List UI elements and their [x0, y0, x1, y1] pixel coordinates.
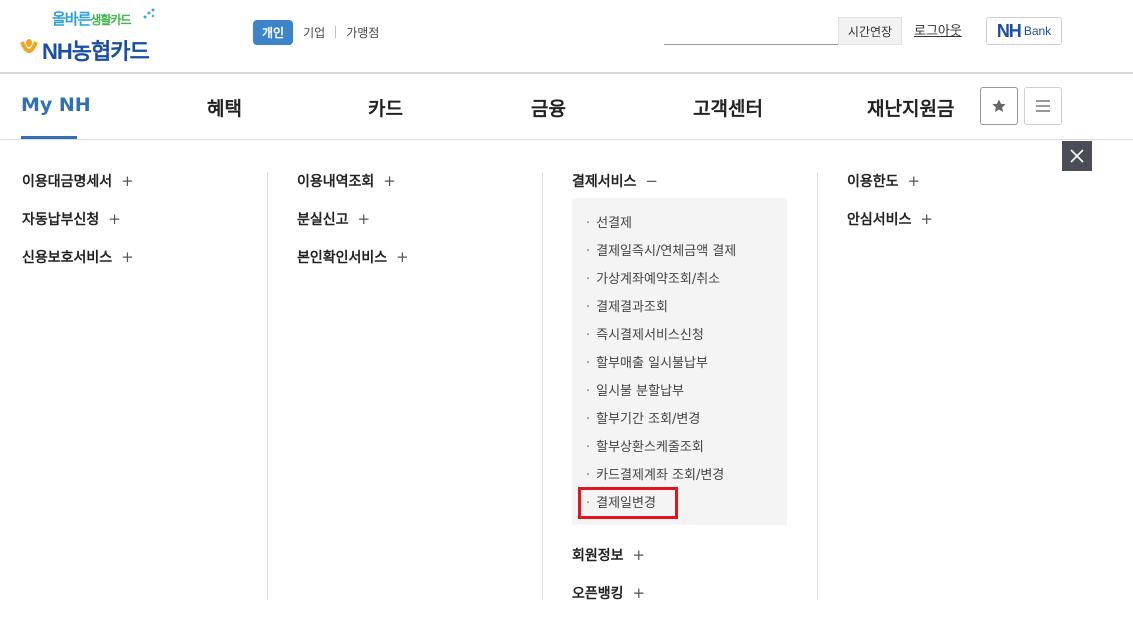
menu-member-info[interactable]: 회원정보 + — [572, 545, 645, 565]
gnb-my-nh[interactable]: My NH — [21, 94, 91, 116]
submenu-item[interactable]: · 가상계좌예약조회/취소 — [586, 268, 720, 287]
user-type-tabs: 개인 기업 가맹점 — [253, 19, 389, 45]
nh-wheat-icon — [20, 39, 38, 53]
submenu-item[interactable]: · 할부기간 조회/변경 — [586, 408, 700, 427]
menu-open-banking[interactable]: 오픈뱅킹 + — [572, 583, 645, 603]
highlight-box — [578, 487, 678, 519]
close-menu-button[interactable] — [1062, 141, 1092, 171]
submenu-item[interactable]: · 즉시결제서비스신청 — [586, 324, 704, 343]
menu-auto-payment[interactable]: 자동납부신청 + — [22, 209, 121, 229]
plus-icon: + — [632, 584, 646, 602]
submenu-item[interactable]: · 일시불 분할납부 — [586, 380, 684, 399]
gnb-disaster-support[interactable]: 재난지원금 — [867, 94, 954, 121]
plus-icon: + — [357, 210, 371, 228]
top-header: 올바른생활카드 NH농협카드 개인 기업 가맹점 시간연장 로그아웃 NH Ba… — [0, 0, 1133, 74]
menu-safe-service[interactable]: 안심서비스 + — [847, 209, 933, 229]
logo-tagline: 올바른생활카드 — [52, 10, 132, 28]
tab-personal[interactable]: 개인 — [253, 19, 294, 45]
menu-usage-limit[interactable]: 이용한도 + — [847, 171, 920, 191]
gnb-customer-center[interactable]: 고객센터 — [693, 94, 763, 121]
plus-icon: + — [383, 172, 396, 190]
logout-link[interactable]: 로그아웃 — [914, 20, 962, 39]
menu-usage-history[interactable]: 이용내역조회 + — [297, 171, 396, 191]
submenu-item[interactable]: · 할부상환스케줄조회 — [586, 436, 704, 455]
column-divider — [817, 172, 818, 600]
menu-identity-verification[interactable]: 본인확인서비스 + — [297, 247, 409, 267]
plus-icon: + — [907, 172, 921, 190]
nh-bank-button[interactable]: NH Bank — [986, 17, 1062, 45]
nhbank-text: Bank — [1023, 24, 1052, 38]
logo-brand-text: NH농협카드 — [42, 39, 150, 64]
nhbank-mark: NH — [996, 20, 1022, 41]
column-divider — [542, 172, 543, 600]
plus-icon: + — [632, 546, 646, 564]
plus-icon: + — [920, 210, 933, 228]
submenu-item[interactable]: · 선결제 — [586, 212, 632, 231]
gnb-finance[interactable]: 금융 — [531, 94, 566, 121]
submenu-item[interactable]: · 결제결과조회 — [586, 296, 668, 315]
main-navigation: My NH 혜택 카드 금융 고객센터 재난지원금 — [0, 74, 1133, 140]
active-underline — [21, 136, 77, 139]
payment-service-submenu: · 선결제 · 결제일즉시/연체금액 결제 · 가상계좌예약조회/취소 · 결제결과조회… — [572, 198, 787, 525]
tab-merchant[interactable]: 가맹점 — [336, 24, 389, 41]
extend-session-button[interactable]: 시간연장 — [838, 17, 902, 45]
column-divider — [267, 172, 268, 600]
all-menu-button[interactable] — [1024, 87, 1062, 125]
gnb-benefits[interactable]: 혜택 — [207, 94, 242, 121]
submenu-item[interactable]: · 카드결제계좌 조회/변경 — [586, 464, 724, 483]
close-icon — [1070, 149, 1084, 163]
favorites-button[interactable] — [980, 87, 1018, 125]
plus-icon: + — [121, 248, 134, 266]
menu-lost-report[interactable]: 분실신고 + — [297, 209, 370, 229]
nh-card-logo[interactable]: 올바른생활카드 NH농협카드 — [20, 8, 172, 64]
submenu-item[interactable]: · 할부매출 일시불납부 — [586, 352, 708, 371]
plus-icon: + — [121, 172, 134, 190]
tab-business[interactable]: 기업 — [293, 24, 335, 41]
plus-icon: + — [108, 210, 121, 228]
minus-icon: − — [645, 172, 658, 190]
menu-billing-statement[interactable]: 이용대금명세서 + — [22, 171, 134, 191]
submenu-item[interactable]: · 결제일즉시/연체금액 결제 — [586, 240, 736, 259]
plus-icon: + — [396, 248, 409, 266]
star-icon — [992, 99, 1006, 112]
menu-credit-protection[interactable]: 신용보호서비스 + — [22, 247, 134, 267]
menu-payment-service[interactable]: 결제서비스 − — [572, 171, 658, 191]
hamburger-icon — [1036, 100, 1050, 112]
session-input[interactable] — [664, 17, 838, 45]
gnb-card[interactable]: 카드 — [368, 94, 403, 121]
sparkle-icon — [143, 8, 155, 19]
